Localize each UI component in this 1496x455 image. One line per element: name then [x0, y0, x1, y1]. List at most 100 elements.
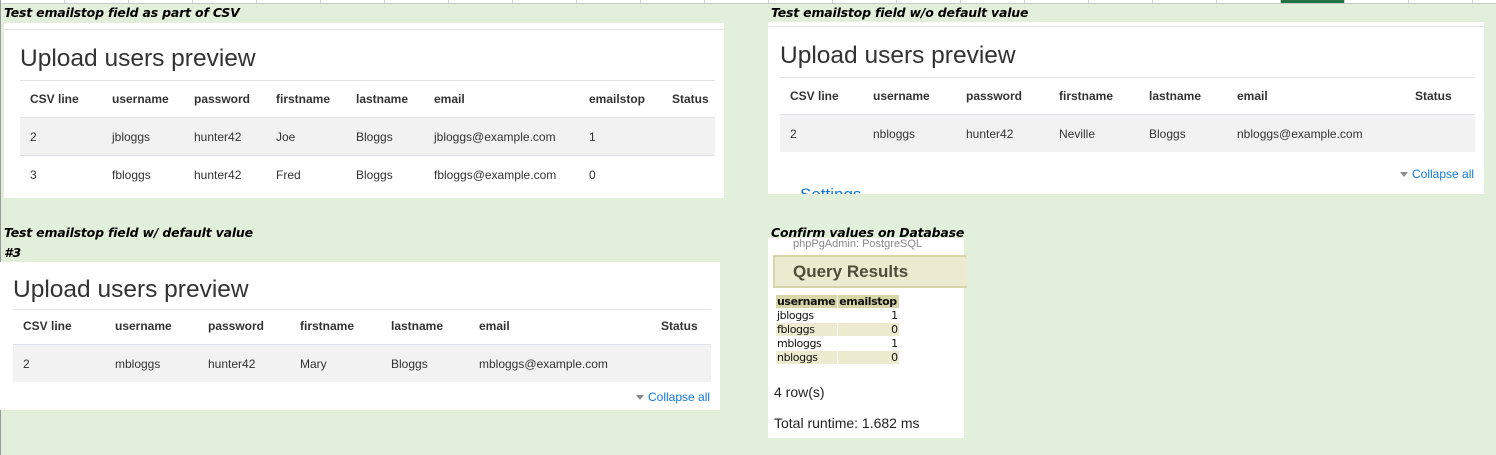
breadcrumb[interactable]: phpPgAdmin: PostgreSQL — [773, 238, 965, 252]
column-header-status: Status — [1415, 89, 1452, 103]
upload-preview-table: CSV line username password firstname las… — [13, 308, 711, 382]
cell-firstname: Joe — [266, 117, 346, 156]
column-grid-tick — [256, 0, 257, 3]
cell-csv-line: 2 — [20, 117, 102, 156]
column-header-status: Status — [661, 319, 698, 333]
column-header-password: password — [208, 319, 265, 333]
column-header-username: username — [112, 92, 169, 106]
collapse-all-link[interactable]: Collapse all — [636, 390, 710, 404]
table-row: fbloggs 0 — [776, 323, 899, 336]
upload-preview-panel-no-default: Upload users preview CSV line username p… — [768, 22, 1484, 194]
query-results-header: Query Results — [773, 255, 967, 288]
cell-lastname: Bloggs — [381, 344, 469, 382]
cell-email: nbloggs@example.com — [1227, 114, 1405, 152]
cell-lastname: Bloggs — [346, 117, 424, 156]
column-header-email: email — [1237, 89, 1268, 103]
column-header-username: username — [776, 295, 838, 308]
cell-emailstop: 1 — [838, 337, 899, 350]
selected-column-indicator — [1280, 0, 1344, 3]
cell-emailstop: 1 — [838, 309, 899, 322]
page-title: Upload users preview — [13, 276, 249, 303]
column-header-csv-line: CSV line — [30, 92, 79, 106]
collapse-all-label: Collapse all — [648, 390, 711, 404]
cell-status — [662, 155, 715, 193]
table-row: 2 jbloggs hunter42 Joe Bloggs jbloggs@ex… — [20, 117, 715, 156]
column-header-firstname: firstname — [300, 319, 355, 333]
cell-csv-line: 2 — [780, 114, 863, 152]
column-grid-tick — [512, 0, 513, 3]
cell-firstname: Neville — [1049, 114, 1139, 152]
cell-firstname: Mary — [290, 344, 381, 382]
cell-status — [662, 117, 715, 156]
query-results-table: username emailstop jbloggs 1 fbloggs 0 m… — [775, 294, 900, 365]
cell-username: fbloggs — [776, 323, 838, 336]
column-grid-tick — [704, 0, 705, 3]
upload-preview-panel-with-default: Upload users preview CSV line username p… — [0, 262, 720, 410]
caption-with-default-test: Test emailstop field w/ default value — [4, 225, 253, 240]
column-header-emailstop: emailstop — [838, 295, 899, 308]
column-grid-tick — [960, 0, 961, 3]
column-grid-tick — [1216, 0, 1217, 3]
cell-username: nbloggs — [863, 114, 956, 152]
column-header-csv-line: CSV line — [23, 319, 72, 333]
cell-csv-line: 3 — [20, 155, 102, 193]
caption-no-default-test: Test emailstop field w/o default value — [771, 5, 1029, 20]
cell-status — [651, 344, 711, 382]
column-header-csv-line: CSV line — [790, 89, 839, 103]
cell-username: nbloggs — [776, 351, 838, 364]
column-grid-tick — [384, 0, 385, 3]
page-title: Upload users preview — [20, 45, 256, 72]
collapse-all-link[interactable]: Collapse all — [1400, 167, 1474, 181]
column-grid-tick — [192, 0, 193, 3]
column-header-firstname: firstname — [1059, 89, 1114, 103]
cell-firstname: Fred — [266, 155, 346, 193]
column-header-email: email — [479, 319, 510, 333]
upload-preview-table: CSV line username password firstname las… — [780, 78, 1475, 152]
column-header-lastname: lastname — [356, 92, 409, 106]
column-header-status: Status — [672, 92, 709, 106]
cell-username: jbloggs — [776, 309, 838, 322]
cell-username: mbloggs — [105, 344, 198, 382]
cell-emailstop: 0 — [579, 155, 662, 193]
column-header-username: username — [115, 319, 172, 333]
table-row: jbloggs 1 — [776, 309, 899, 322]
caption-test-number: #3 — [4, 245, 21, 260]
column-grid-tick — [448, 0, 449, 3]
column-header-email: email — [434, 92, 465, 106]
collapse-all-label: Collapse all — [1412, 167, 1475, 181]
column-grid-tick — [640, 0, 641, 3]
column-grid-tick — [64, 0, 65, 3]
query-results-title: Query Results — [793, 262, 909, 281]
cell-email: jbloggs@example.com — [424, 117, 579, 156]
column-header-firstname: firstname — [276, 92, 331, 106]
column-grid-tick — [896, 0, 897, 3]
cell-lastname: Bloggs — [346, 155, 424, 193]
cell-email: fbloggs@example.com — [424, 155, 579, 193]
cell-username: fbloggs — [102, 155, 184, 193]
row-count: 4 row(s) — [774, 384, 825, 400]
caret-down-icon — [636, 395, 644, 401]
column-grid-tick — [768, 0, 769, 3]
total-runtime: Total runtime: 1.682 ms — [774, 415, 920, 431]
cell-emailstop: 0 — [838, 323, 899, 336]
cell-lastname: Bloggs — [1139, 114, 1227, 152]
upload-preview-panel-csv: Upload users preview CSV line username p… — [4, 23, 724, 198]
table-row: mbloggs 1 — [776, 337, 899, 350]
breadcrumb-label: phpPgAdmin: PostgreSQL — [793, 238, 923, 250]
cell-csv-line: 2 — [13, 344, 105, 382]
caret-down-icon — [1400, 172, 1408, 178]
upload-preview-table: CSV line username password firstname las… — [20, 81, 715, 193]
column-grid-tick — [832, 0, 833, 3]
table-row: 3 fbloggs hunter42 Fred Bloggs fbloggs@e… — [20, 155, 715, 193]
cell-password: hunter42 — [184, 155, 266, 193]
column-grid-tick — [1024, 0, 1025, 3]
column-header-password: password — [966, 89, 1023, 103]
spreadsheet-column-header-strip — [0, 0, 1496, 4]
column-header-lastname: lastname — [1149, 89, 1202, 103]
column-grid-tick — [1472, 0, 1473, 3]
cell-emailstop: 0 — [838, 351, 899, 364]
cell-password: hunter42 — [956, 114, 1049, 152]
page-title: Upload users preview — [780, 42, 1016, 69]
column-grid-tick — [1344, 0, 1345, 3]
settings-section-link[interactable]: Settings — [800, 185, 861, 194]
